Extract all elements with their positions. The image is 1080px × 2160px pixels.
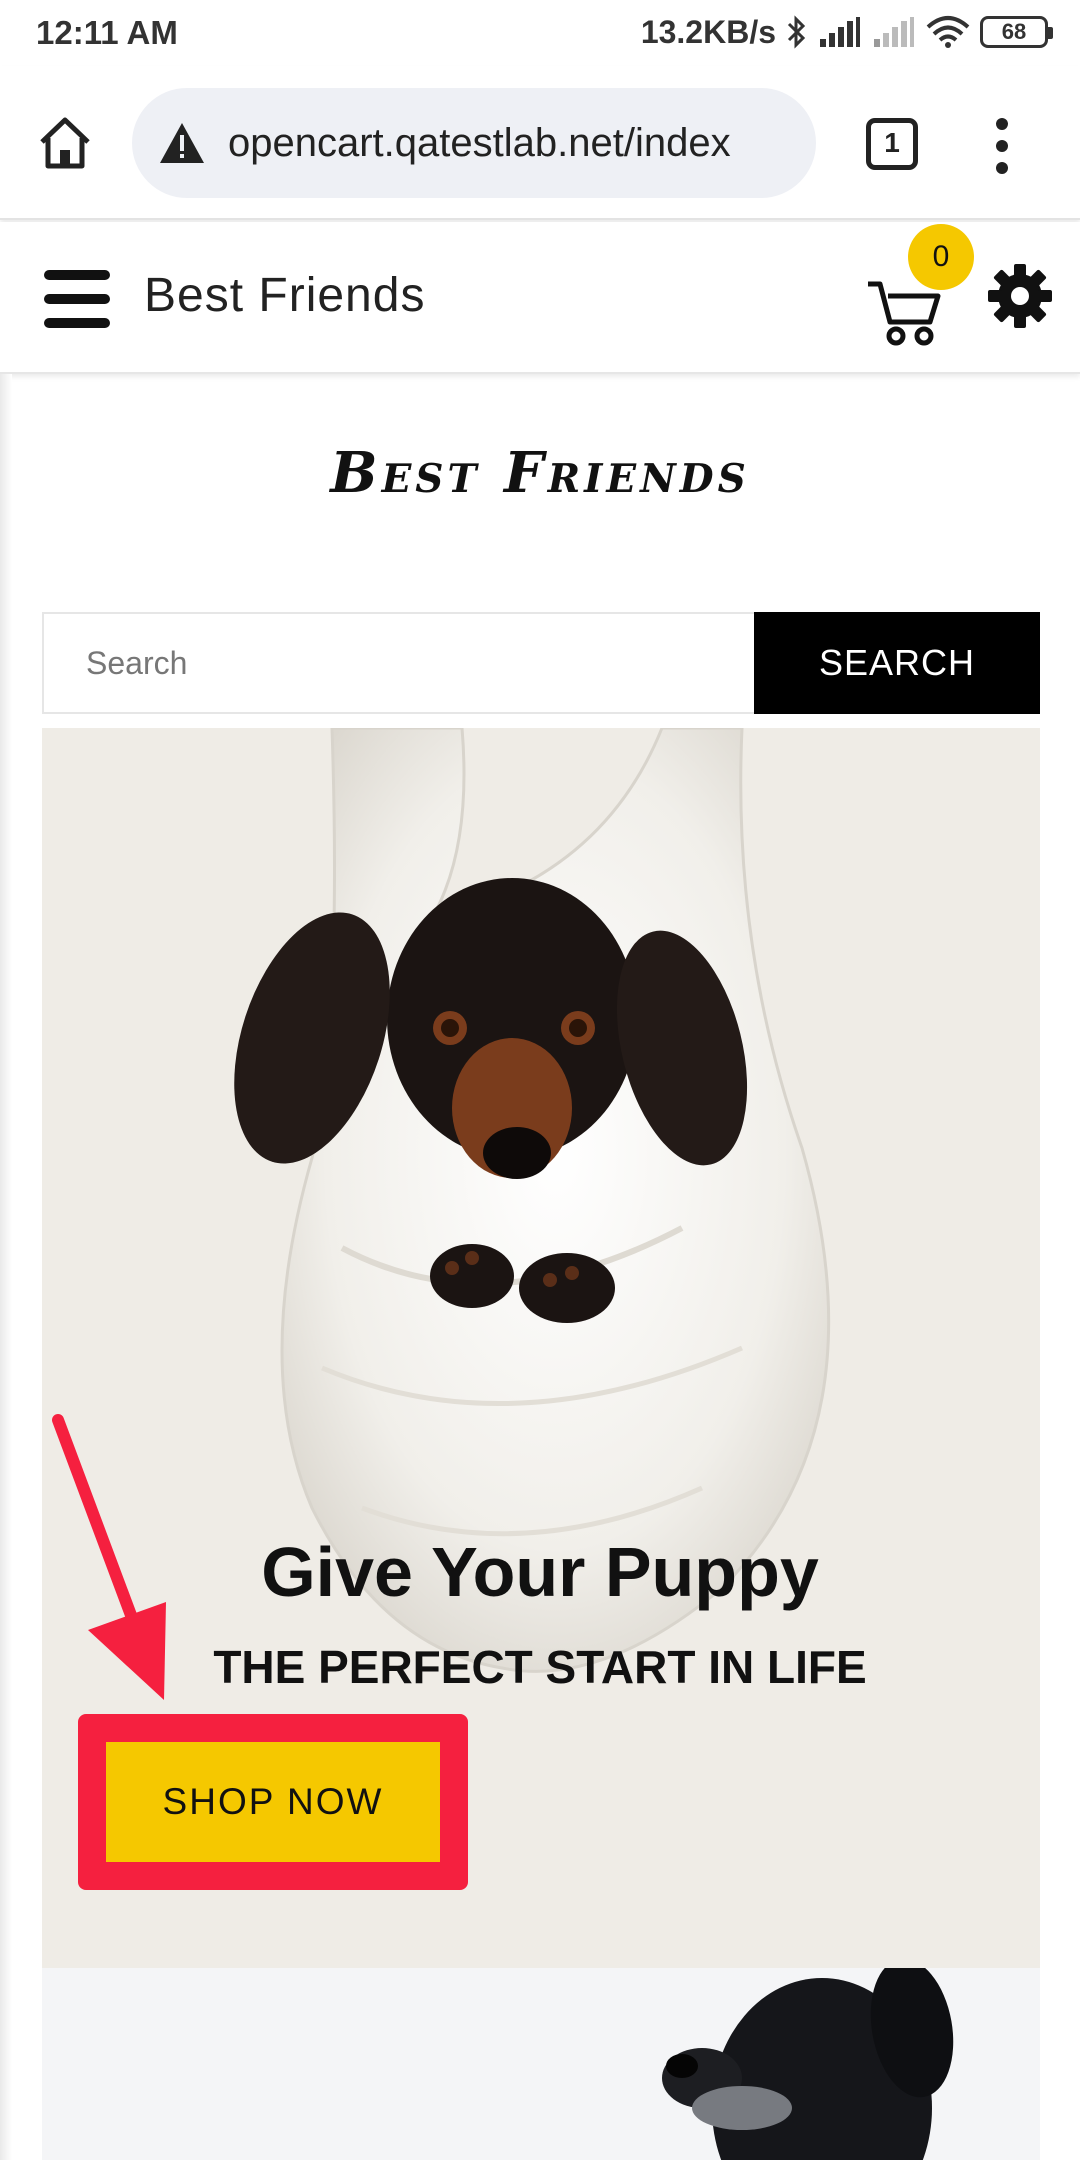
status-time: 12:11 AM [36,14,178,51]
status-icons: 13.2KB/s 68 [640,12,1053,52]
more-vert-icon[interactable] [990,116,1014,176]
secondary-banner[interactable] [42,1968,1040,2160]
url-text[interactable]: opencart.qatestlab.net/index [228,121,731,166]
search-bar: SEARCH [42,612,1040,714]
wifi-icon [926,16,970,48]
tabs-button[interactable]: 1 [866,118,918,170]
cart-count-badge[interactable]: 0 [908,224,974,290]
gear-icon[interactable] [986,262,1054,330]
warning-icon[interactable] [158,121,206,165]
annotation-arrow-icon [52,1414,166,1700]
battery-icon: 68 [980,16,1053,48]
shop-now-button[interactable]: SHOP NOW [106,1742,440,1862]
signal-weak-icon [874,17,914,47]
signal-icon [820,17,860,47]
home-icon[interactable] [36,114,94,172]
search-input[interactable] [42,612,756,714]
site-title[interactable]: Best Friends [144,268,425,323]
secondary-banner-image [42,1968,1040,2160]
brand-logo[interactable]: Best Friends [0,440,1080,506]
search-button[interactable]: SEARCH [754,612,1040,714]
page-edge [0,374,12,2160]
hamburger-icon[interactable] [44,270,110,328]
network-speed: 13.2KB/s [640,13,776,50]
browser-toolbar: opencart.qatestlab.net/index 1 [0,66,1080,220]
status-bar: 12:11 AM 13.2KB/s 68 [0,0,1080,66]
address-bar[interactable]: opencart.qatestlab.net/index [132,88,816,198]
bluetooth-icon [787,15,806,49]
